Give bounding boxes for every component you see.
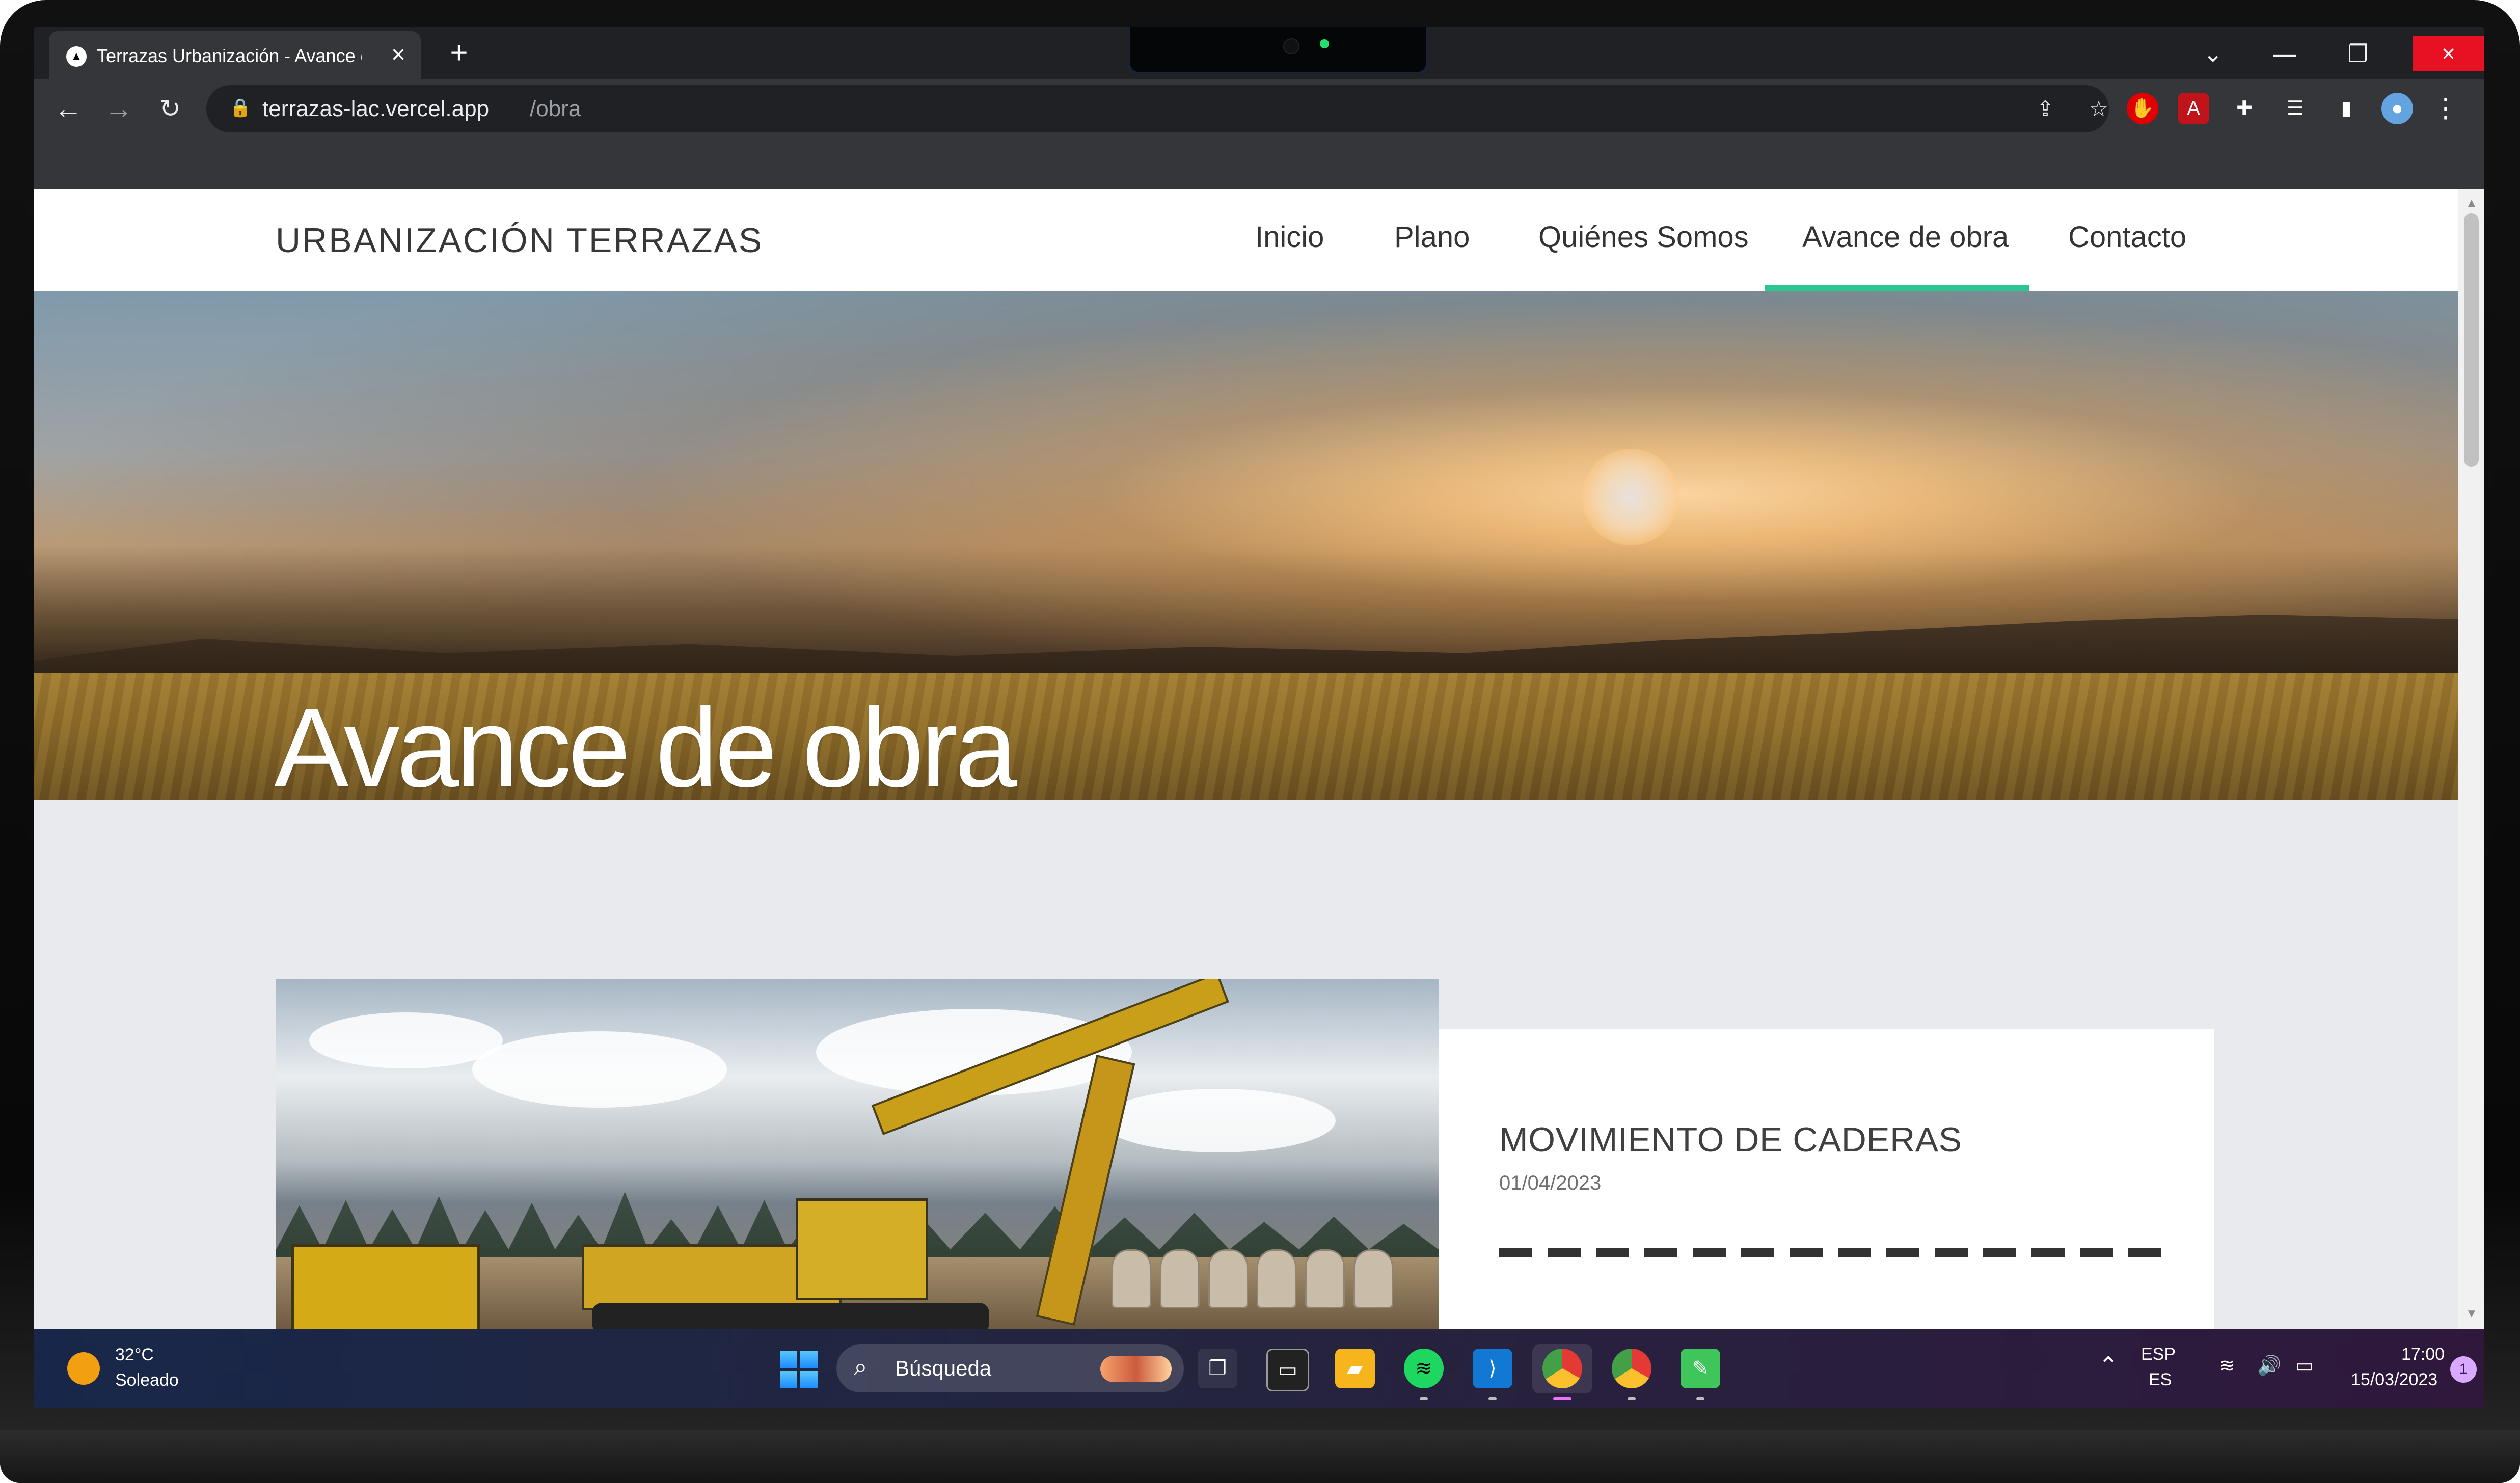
chrome-icon-active[interactable]	[1542, 1349, 1582, 1388]
wifi-icon[interactable]: ≋	[2219, 1354, 2235, 1378]
scroll-down-icon[interactable]: ▼	[2465, 1307, 2478, 1321]
concrete-pipe	[1353, 1249, 1393, 1308]
address-bar[interactable]: 🔒 terrazas-lac.vercel.app /obra ⇪ ☆	[206, 85, 2109, 132]
new-tab-button[interactable]: +	[445, 38, 473, 68]
vscode-running-indicator	[1488, 1397, 1497, 1400]
forward-icon[interactable]: →	[102, 92, 136, 125]
pdf-extension-icon[interactable]: A	[2178, 93, 2209, 124]
cloud-shape	[472, 1031, 727, 1108]
cloud-shape	[309, 1012, 503, 1068]
post-date: 01/04/2023	[1499, 1172, 1602, 1194]
taskbar-time[interactable]: 17:00	[2401, 1343, 2445, 1365]
notes-running-indicator	[1696, 1397, 1704, 1400]
extensions-puzzle-icon[interactable]: ✚	[2229, 93, 2260, 124]
taskbar-date[interactable]: 15/03/2023	[2351, 1369, 2437, 1390]
notes-app-icon[interactable]: ✎	[1681, 1349, 1720, 1388]
search-highlight-art	[1100, 1356, 1172, 1382]
tab-search-icon[interactable]: ⌄	[2189, 36, 2236, 71]
browser-menu-icon[interactable]: ⋮	[2430, 93, 2461, 124]
excavator-cab	[796, 1198, 928, 1300]
spotify-running-indicator	[1420, 1397, 1428, 1400]
hero-banner: Avance de obra	[34, 291, 2458, 800]
reading-list-icon[interactable]: ☰	[2280, 93, 2311, 124]
webpage-viewport[interactable]: URBANIZACIÓN TERRAZAS Inicio Plano Quién…	[34, 189, 2484, 1329]
terminal-icon[interactable]: ▭	[1266, 1349, 1309, 1391]
weather-sun-icon[interactable]	[67, 1352, 100, 1385]
site-favicon-icon: ▲	[66, 46, 87, 67]
camera-lens-icon	[1283, 38, 1299, 54]
weather-condition[interactable]: Soleado	[115, 1369, 179, 1391]
back-icon[interactable]: ←	[51, 92, 85, 125]
volume-icon[interactable]: 🔊	[2257, 1354, 2281, 1378]
bookmark-star-icon[interactable]: ☆	[2083, 95, 2114, 123]
active-browser-tab[interactable]: ▲ Terrazas Urbanización - Avance d ×	[49, 31, 421, 79]
screen: ▲ Terrazas Urbanización - Avance d × + ⌄…	[34, 27, 2484, 1408]
progress-post-card: MOVIMIENTO DE CADERAS 01/04/2023	[1439, 1029, 2214, 1329]
keyboard-layout[interactable]: ES	[2149, 1369, 2172, 1390]
vscode-icon[interactable]: ⟩	[1473, 1349, 1512, 1388]
concrete-pipe	[1112, 1249, 1151, 1308]
lock-icon: 🔒	[229, 98, 252, 118]
search-label: Búsqueda	[895, 1356, 992, 1380]
taskbar-search[interactable]: ⌕ Búsqueda	[836, 1344, 1184, 1392]
scroll-up-icon[interactable]: ▲	[2465, 196, 2478, 210]
hero-title: Avance de obra	[274, 685, 1017, 800]
small-loader-machine	[291, 1244, 480, 1329]
share-icon[interactable]: ⇪	[2030, 95, 2061, 123]
concrete-pipe	[1305, 1249, 1345, 1308]
profile-avatar[interactable]: ●	[2381, 93, 2413, 124]
concrete-pipe	[1257, 1249, 1296, 1308]
nav-link-inicio[interactable]: Inicio	[1255, 214, 1324, 260]
chrome-active-indicator	[1553, 1397, 1571, 1400]
bookmarks-bar	[34, 138, 2484, 189]
search-icon: ⌕	[854, 1354, 868, 1381]
battery-icon[interactable]: ▭	[2295, 1354, 2314, 1378]
laptop-frame: ▲ Terrazas Urbanización - Avance d × + ⌄…	[0, 0, 2520, 1483]
chrome-running-indicator	[1628, 1397, 1636, 1400]
tab-title: Terrazas Urbanización - Avance d	[97, 45, 362, 66]
concrete-pipe	[1208, 1249, 1248, 1308]
camera-status-light-icon	[1320, 39, 1329, 48]
side-panel-icon[interactable]: ▮	[2331, 93, 2362, 124]
hero-sun	[1582, 449, 1679, 545]
close-window-button[interactable]: ×	[2413, 36, 2484, 71]
camera-notch	[1129, 27, 1427, 73]
construction-progress-image	[276, 979, 1439, 1329]
minimize-window-button[interactable]: —	[2261, 36, 2308, 71]
site-logo[interactable]: URBANIZACIÓN TERRAZAS	[276, 219, 763, 261]
concrete-pipe	[1160, 1249, 1200, 1308]
reload-icon[interactable]: ↻	[153, 92, 187, 125]
cloud-shape	[1101, 1089, 1336, 1152]
notification-count-badge[interactable]: 1	[2450, 1356, 2477, 1383]
windows-taskbar: 32°C Soleado ⌕ Búsqueda ❐ ▭ ▰ ≋ ⟩ ✎ ⌃ ES…	[34, 1329, 2484, 1408]
post-title: MOVIMIENTO DE CADERAS	[1499, 1120, 1962, 1160]
weather-temperature[interactable]: 32°C	[115, 1343, 154, 1366]
input-language[interactable]: ESP	[2141, 1343, 2176, 1365]
nav-link-quienes-somos[interactable]: Quiénes Somos	[1538, 214, 1749, 260]
file-explorer-icon[interactable]: ▰	[1335, 1349, 1375, 1388]
restore-window-button[interactable]: ❐	[2335, 36, 2381, 71]
url-path[interactable]: /obra	[530, 95, 581, 123]
excavator-track	[592, 1303, 989, 1329]
tab-close-icon[interactable]: ×	[384, 41, 413, 69]
browser-toolbar: ← → ↻ 🔒 terrazas-lac.vercel.app /obra ⇪ …	[34, 79, 2484, 138]
site-header: URBANIZACIÓN TERRAZAS Inicio Plano Quién…	[34, 189, 2458, 291]
post-text-preview	[1499, 1248, 2161, 1257]
adblock-extension-icon[interactable]: ✋	[2127, 93, 2158, 124]
page-scrollbar[interactable]: ▲ ▼	[2458, 189, 2484, 1329]
task-view-icon[interactable]: ❐	[1198, 1349, 1237, 1388]
nav-link-avance-de-obra[interactable]: Avance de obra	[1802, 214, 2009, 260]
chrome-icon[interactable]	[1612, 1349, 1651, 1388]
windows-start-icon[interactable]	[780, 1351, 818, 1388]
nav-link-plano[interactable]: Plano	[1394, 214, 1470, 260]
spotify-icon[interactable]: ≋	[1404, 1349, 1444, 1388]
nav-link-contacto[interactable]: Contacto	[2068, 214, 2186, 260]
progress-content: MOVIMIENTO DE CADERAS 01/04/2023	[34, 800, 2458, 1329]
scrollbar-thumb[interactable]	[2464, 213, 2479, 467]
laptop-base	[0, 1430, 2520, 1483]
url-domain[interactable]: terrazas-lac.vercel.app	[262, 95, 489, 123]
show-hidden-icons-chevron-icon[interactable]: ⌃	[2098, 1352, 2119, 1381]
